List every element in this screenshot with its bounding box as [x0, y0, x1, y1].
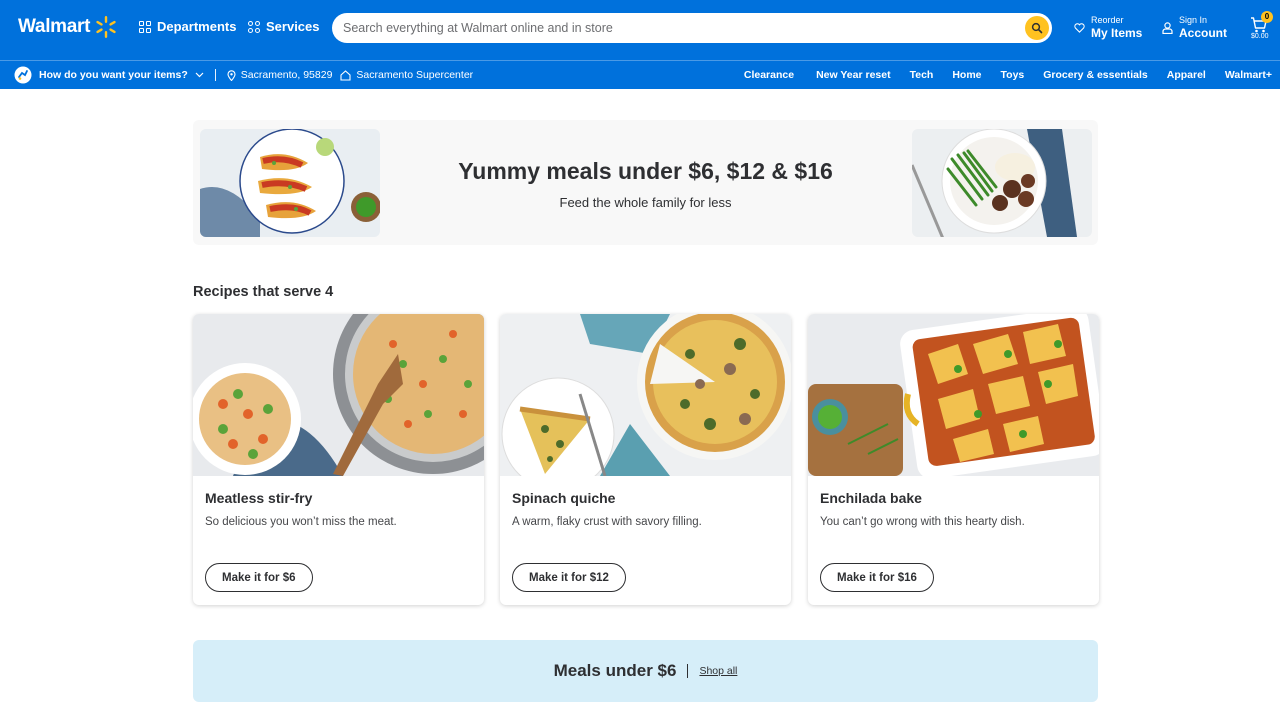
spinach-quiche-image	[500, 314, 791, 476]
shop-all-link[interactable]: Shop all	[699, 665, 737, 677]
meals-under-6-banner: Meals under $6 Shop all	[193, 640, 1098, 702]
store-text: Sacramento Supercenter	[356, 69, 474, 81]
sign-in-label: Sign In	[1179, 15, 1208, 25]
reorder-my-items[interactable]: Reorder My Items	[1074, 15, 1142, 40]
logo-text: Walmart	[18, 16, 91, 37]
nav-link-toys[interactable]: Toys	[1001, 69, 1025, 81]
departments-label: Departments	[157, 19, 237, 34]
sub-navigation-bar: How do you want your items? Sacramento, …	[0, 60, 1280, 89]
divider	[687, 664, 689, 678]
location-text: Sacramento, 95829	[240, 69, 333, 81]
store-home-icon	[340, 69, 351, 81]
nav-link-grocery-essentials[interactable]: Grocery & essentials	[1043, 69, 1147, 81]
services-label: Services	[266, 19, 320, 34]
stir-fry-image	[193, 314, 484, 476]
location-area: Sacramento, 95829 Sacramento Supercenter	[227, 69, 473, 81]
recipe-title: Spinach quiche	[512, 490, 616, 506]
section-title: Recipes that serve 4	[193, 284, 334, 300]
category-links: Clearance New Year reset Tech Home Toys …	[744, 69, 1272, 81]
top-header-bar: Walmart Departments Services Search ever…	[0, 0, 1280, 60]
services-button[interactable]: Services	[248, 19, 320, 34]
banner-title: Meals under $6	[553, 661, 677, 680]
recipe-description: You can’t go wrong with this hearty dish…	[820, 516, 1025, 528]
nav-link-tech[interactable]: Tech	[910, 69, 934, 81]
chevron-down-icon	[195, 72, 204, 78]
nav-link-walmart-plus[interactable]: Walmart+	[1225, 69, 1272, 81]
spark-logo-icon	[96, 16, 116, 38]
location-pin-icon	[227, 69, 236, 81]
nav-link-apparel[interactable]: Apparel	[1167, 69, 1206, 81]
search-button[interactable]	[1025, 16, 1049, 40]
departments-button[interactable]: Departments	[139, 19, 236, 34]
search-icon	[1031, 22, 1043, 34]
hero-banner[interactable]: Yummy meals under $6, $12 & $16 Feed the…	[193, 120, 1098, 245]
recipe-card-stir-fry[interactable]: Meatless stir-fry So delicious you won’t…	[193, 314, 484, 605]
recipe-title: Enchilada bake	[820, 490, 922, 506]
departments-grid-icon	[139, 20, 151, 33]
search-input[interactable]	[343, 21, 1003, 35]
delivery-location-selector[interactable]: How do you want your items? Sacramento, …	[14, 66, 473, 84]
enchilada-bake-image	[808, 314, 1099, 476]
recipe-description: So delicious you won’t miss the meat.	[205, 516, 397, 528]
delivery-intent-icon	[14, 66, 32, 84]
make-it-button[interactable]: Make it for $6	[205, 563, 313, 592]
my-items-label: My Items	[1091, 26, 1143, 40]
delivery-question: How do you want your items?	[39, 69, 188, 81]
cart-count-badge: 0	[1261, 11, 1273, 23]
walmart-logo[interactable]: Walmart	[18, 15, 118, 39]
nav-link-clearance[interactable]: Clearance	[744, 69, 794, 81]
services-grid-icon	[248, 20, 260, 33]
recipe-description: A warm, flaky crust with savory filling.	[512, 516, 702, 528]
recipe-card-enchilada[interactable]: Enchilada bake You can’t go wrong with t…	[808, 314, 1099, 605]
recipe-title: Meatless stir-fry	[205, 490, 313, 506]
cart-total: $0.00	[1251, 33, 1269, 40]
search-bar	[332, 13, 1052, 43]
nav-link-home[interactable]: Home	[952, 69, 981, 81]
make-it-button[interactable]: Make it for $16	[820, 563, 934, 592]
account-label: Account	[1179, 26, 1227, 40]
sign-in-account[interactable]: Sign In Account	[1162, 15, 1227, 40]
make-it-button[interactable]: Make it for $12	[512, 563, 626, 592]
meatballs-green-beans-image	[912, 129, 1092, 237]
recipe-card-quiche[interactable]: Spinach quiche A warm, flaky crust with …	[500, 314, 791, 605]
reorder-label: Reorder	[1091, 15, 1124, 25]
nav-link-new-year-reset[interactable]: New Year reset	[816, 69, 891, 81]
divider	[214, 69, 216, 81]
heart-icon	[1074, 22, 1085, 33]
user-icon	[1162, 21, 1173, 34]
